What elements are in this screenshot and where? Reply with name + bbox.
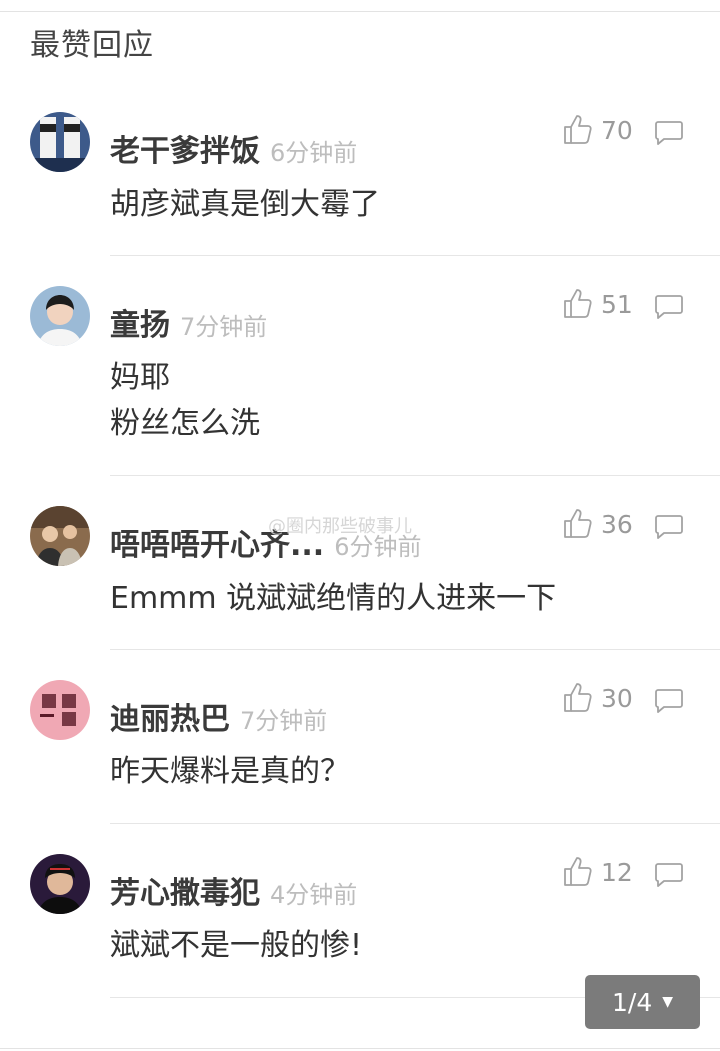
comment-text: 妈耶 [110,360,170,395]
comment-text: 胡彦斌真是倒大霉了 [110,187,380,222]
comment-divider [110,823,720,824]
group-avatar-icon[interactable] [30,506,90,566]
watermark: @圈内那些破事儿 [268,516,412,537]
like-count: 30 [601,684,633,713]
thumbs-up-icon[interactable] [563,681,593,713]
comment-time: 6分钟前 [270,139,358,167]
comment-time: 7分钟前 [180,313,268,341]
caret-down-icon: ▼ [662,994,673,1010]
comment-divider [110,475,720,476]
comment-divider [110,649,720,650]
comment-author[interactable]: 童扬 7分钟前 [110,300,267,344]
like-count: 70 [601,116,633,145]
comment-text: Emmm 说斌斌绝情的人进来一下 [110,581,557,616]
comment-author[interactable]: 芳心撒毒犯 4分钟前 [110,868,357,912]
page-selector-button[interactable]: 1/4 ▼ [585,975,700,1029]
comment-text: 昨天爆料是真的？ [110,754,350,789]
comment-time: 4分钟前 [270,881,358,909]
thumbs-up-icon[interactable] [563,113,593,145]
reply-bubble-icon[interactable] [654,862,684,888]
like-count: 36 [601,510,633,539]
reply-bubble-icon[interactable] [654,514,684,540]
thumbs-up-icon[interactable] [563,507,593,539]
section-title: 最赞回应 [30,28,154,63]
comment-text: 斌斌不是一般的惨! [110,928,363,963]
text-avatar-icon[interactable] [30,680,90,740]
comment-text: 粉丝怎么洗 [110,406,260,441]
top-divider [0,11,720,12]
boy-avatar-icon[interactable] [30,286,90,346]
comment-divider [110,255,720,256]
sock-avatar-icon[interactable] [30,112,90,172]
reply-bubble-icon[interactable] [654,294,684,320]
like-count: 12 [601,858,633,887]
comment-time: 7分钟前 [240,707,328,735]
like-count: 51 [601,290,633,319]
bottom-divider [0,1048,720,1049]
dark-avatar-icon[interactable] [30,854,90,914]
comment-author[interactable]: 老干爹拌饭 6分钟前 [110,126,357,170]
thumbs-up-icon[interactable] [563,855,593,887]
reply-bubble-icon[interactable] [654,120,684,146]
thumbs-up-icon[interactable] [563,287,593,319]
page-indicator: 1/4 [611,987,653,1017]
comment-author[interactable]: 迪丽热巴 7分钟前 [110,694,327,738]
reply-bubble-icon[interactable] [654,688,684,714]
